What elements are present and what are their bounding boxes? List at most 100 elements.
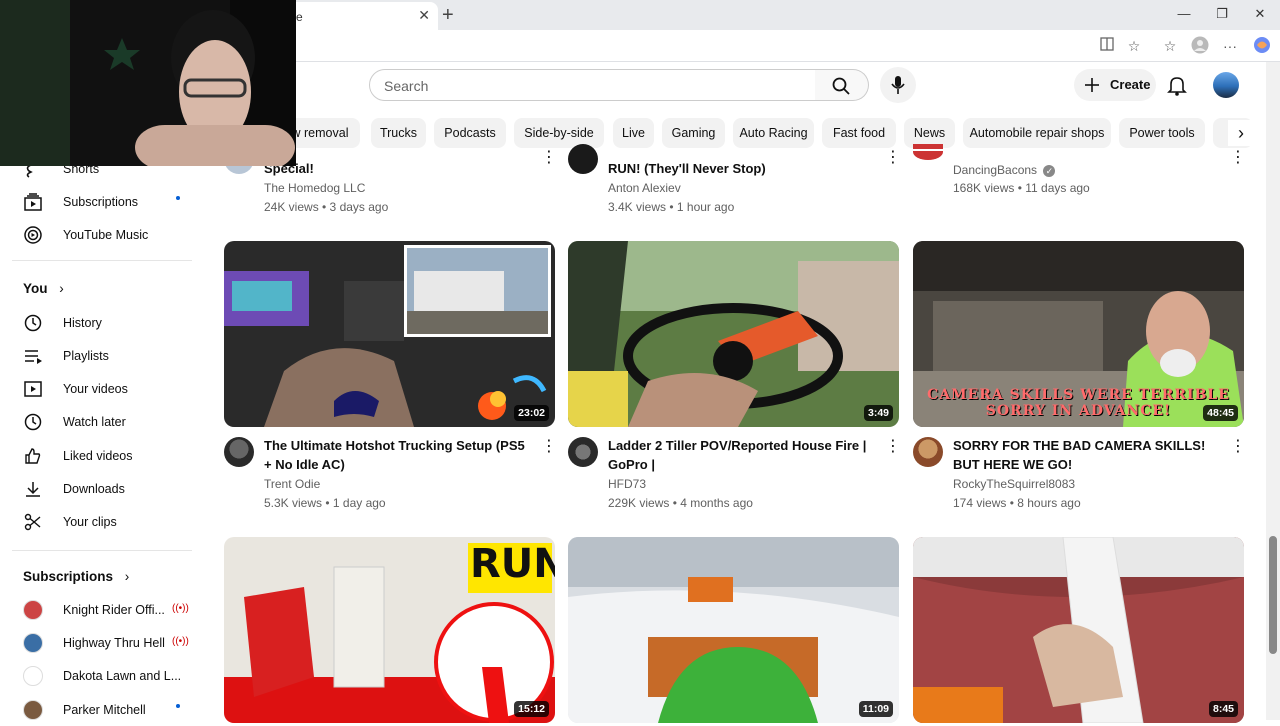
channel-name[interactable]: The Homedog LLC	[264, 181, 365, 195]
sidebar-item-playlists[interactable]: Playlists	[12, 340, 192, 372]
page-scrollbar[interactable]	[1266, 62, 1280, 720]
video-meta: 168K views • 11 days ago	[953, 181, 1090, 195]
subscription-label: Dakota Lawn and L...	[63, 669, 182, 683]
channel-avatar[interactable]	[224, 437, 254, 467]
sidebar-item-downloads[interactable]: Downloads	[12, 473, 192, 505]
maximize-button[interactable]: ❐	[1212, 6, 1232, 22]
more-actions-icon[interactable]: ⋮	[885, 148, 901, 168]
new-content-dot	[176, 704, 180, 708]
sidebar-item-your-clips[interactable]: Your clips	[12, 506, 192, 538]
more-actions-icon[interactable]: ⋮	[885, 437, 901, 457]
sidebar-item-youtube-music[interactable]: YouTube Music	[12, 219, 192, 251]
sidebar-item-your-videos[interactable]: Your videos	[12, 373, 192, 405]
account-avatar[interactable]	[1213, 72, 1239, 98]
video-duration: 3:49	[863, 405, 893, 421]
video-title[interactable]: The Ultimate Hotshot Trucking Setup (PS5…	[264, 436, 526, 474]
filter-chip[interactable]: Auto Racing	[733, 118, 814, 148]
subscription-label: Highway Thru Hell	[63, 636, 165, 650]
filter-chip[interactable]: Live	[613, 118, 654, 148]
more-options-icon[interactable]: ···	[1220, 36, 1240, 56]
chevron-right-icon: ›	[124, 569, 130, 584]
sidebar-item-liked-videos[interactable]: Liked videos	[12, 440, 192, 472]
channel-avatar[interactable]	[913, 144, 943, 160]
close-window-button[interactable]: ✕	[1250, 6, 1270, 22]
video-thumbnail[interactable]: 11:09	[568, 537, 899, 723]
you-heading-label: You	[23, 281, 48, 296]
more-actions-icon[interactable]: ⋮	[1230, 437, 1246, 457]
webcam-overlay	[0, 0, 296, 166]
video-duration: 48:45	[1203, 405, 1238, 421]
watch-later-icon	[24, 413, 42, 431]
video-title[interactable]: RUN! (They'll Never Stop)	[608, 159, 870, 178]
bell-icon	[1167, 77, 1187, 96]
sidebar-divider	[12, 260, 192, 261]
filter-chip[interactable]: Gaming	[662, 118, 725, 148]
video-thumbnail[interactable]: 3:49	[568, 241, 899, 427]
liked-icon	[25, 448, 41, 464]
filter-chip[interactable]: Power tools	[1119, 118, 1205, 148]
subscription-label: Knight Rider Offi...	[63, 603, 165, 617]
subscription-item[interactable]: Knight Rider Offi... ((•))	[12, 594, 192, 626]
playlists-icon	[25, 350, 42, 364]
tab-close-icon[interactable]: ✕	[418, 7, 430, 24]
profile-icon[interactable]	[1190, 36, 1210, 56]
filter-chip[interactable]: Fast food	[822, 118, 896, 148]
channel-avatar[interactable]	[913, 437, 943, 467]
new-tab-button[interactable]: +	[442, 4, 462, 27]
video-meta: 5.3K views • 1 day ago	[264, 496, 386, 510]
favorites-icon[interactable]: ☆	[1160, 36, 1180, 56]
more-actions-icon[interactable]: ⋮	[1230, 148, 1246, 168]
channel-avatar[interactable]	[568, 144, 598, 174]
filter-chip[interactable]: Trucks	[371, 118, 426, 148]
subscriptions-icon	[24, 193, 42, 211]
voice-search-button[interactable]	[880, 67, 916, 103]
favorite-star-icon[interactable]: ☆	[1124, 36, 1144, 56]
channel-name[interactable]: HFD73	[608, 477, 646, 491]
sidebar-item-watch-later[interactable]: Watch later	[12, 406, 192, 438]
sidebar-item-history[interactable]: History	[12, 307, 192, 339]
channel-name[interactable]: Anton Alexiev	[608, 181, 681, 195]
history-icon	[24, 314, 42, 332]
sidebar-subscriptions-heading[interactable]: Subscriptions ›	[23, 569, 129, 584]
subscription-label: Parker Mitchell	[63, 703, 146, 717]
subscription-item[interactable]: Highway Thru Hell ((•))	[12, 627, 192, 659]
minimize-button[interactable]: —	[1174, 6, 1194, 21]
channel-name[interactable]: RockyTheSquirrel8083	[953, 477, 1075, 491]
channel-name[interactable]: DancingBacons ✓	[953, 163, 1056, 177]
scrollbar-thumb[interactable]	[1269, 536, 1277, 654]
video-thumbnail[interactable]: 23:02	[224, 241, 555, 427]
browser-tab[interactable]: e ✕	[288, 2, 438, 30]
create-button[interactable]: Create	[1074, 69, 1156, 101]
video-title[interactable]: SORRY FOR THE BAD CAMERA SKILLS! BUT HER…	[953, 436, 1215, 474]
filter-chip[interactable]: Side-by-side	[514, 118, 604, 148]
more-actions-icon[interactable]: ⋮	[541, 437, 557, 457]
subscription-item[interactable]: Parker Mitchell	[12, 694, 192, 726]
search-button[interactable]	[815, 69, 869, 101]
filter-chip[interactable]: Podcasts	[434, 118, 506, 148]
your-videos-icon	[24, 381, 42, 397]
video-thumbnail[interactable]: RUN 15:12	[224, 537, 555, 723]
split-screen-icon[interactable]	[1097, 36, 1117, 56]
channel-name-text: DancingBacons	[953, 163, 1038, 177]
thumbnail-overlay-text: CAMERA SKILLS WERE TERRIBLE SORRY IN ADV…	[927, 387, 1230, 419]
chevron-right-icon[interactable]: ›	[1228, 120, 1254, 146]
copilot-icon[interactable]	[1252, 36, 1272, 56]
plus-icon	[1085, 78, 1099, 92]
sidebar-item-subscriptions[interactable]: Subscriptions	[12, 186, 192, 218]
channel-avatar[interactable]	[568, 437, 598, 467]
filter-chip[interactable]: Automobile repair shops	[963, 118, 1111, 148]
live-icon: ((•))	[172, 603, 189, 614]
new-content-dot	[176, 196, 180, 200]
more-actions-icon[interactable]: ⋮	[541, 148, 557, 168]
subscription-item[interactable]: Dakota Lawn and L...	[12, 660, 192, 692]
video-thumbnail[interactable]: CAMERA SKILLS WERE TERRIBLE SORRY IN ADV…	[913, 241, 1244, 427]
sidebar-you-heading[interactable]: You ›	[23, 281, 64, 296]
sidebar-item-label: Liked videos	[63, 449, 133, 463]
video-title[interactable]: Special!	[264, 159, 526, 178]
search-input[interactable]: Search	[369, 69, 816, 101]
video-title[interactable]: Ladder 2 Tiller POV/Reported House Fire …	[608, 436, 870, 474]
video-thumbnail[interactable]: 8:45	[913, 537, 1244, 723]
notifications-button[interactable]	[1166, 74, 1188, 96]
channel-name[interactable]: Trent Odie	[264, 477, 320, 491]
sidebar: Shorts Subscriptions YouTube Music You ›…	[0, 160, 205, 720]
